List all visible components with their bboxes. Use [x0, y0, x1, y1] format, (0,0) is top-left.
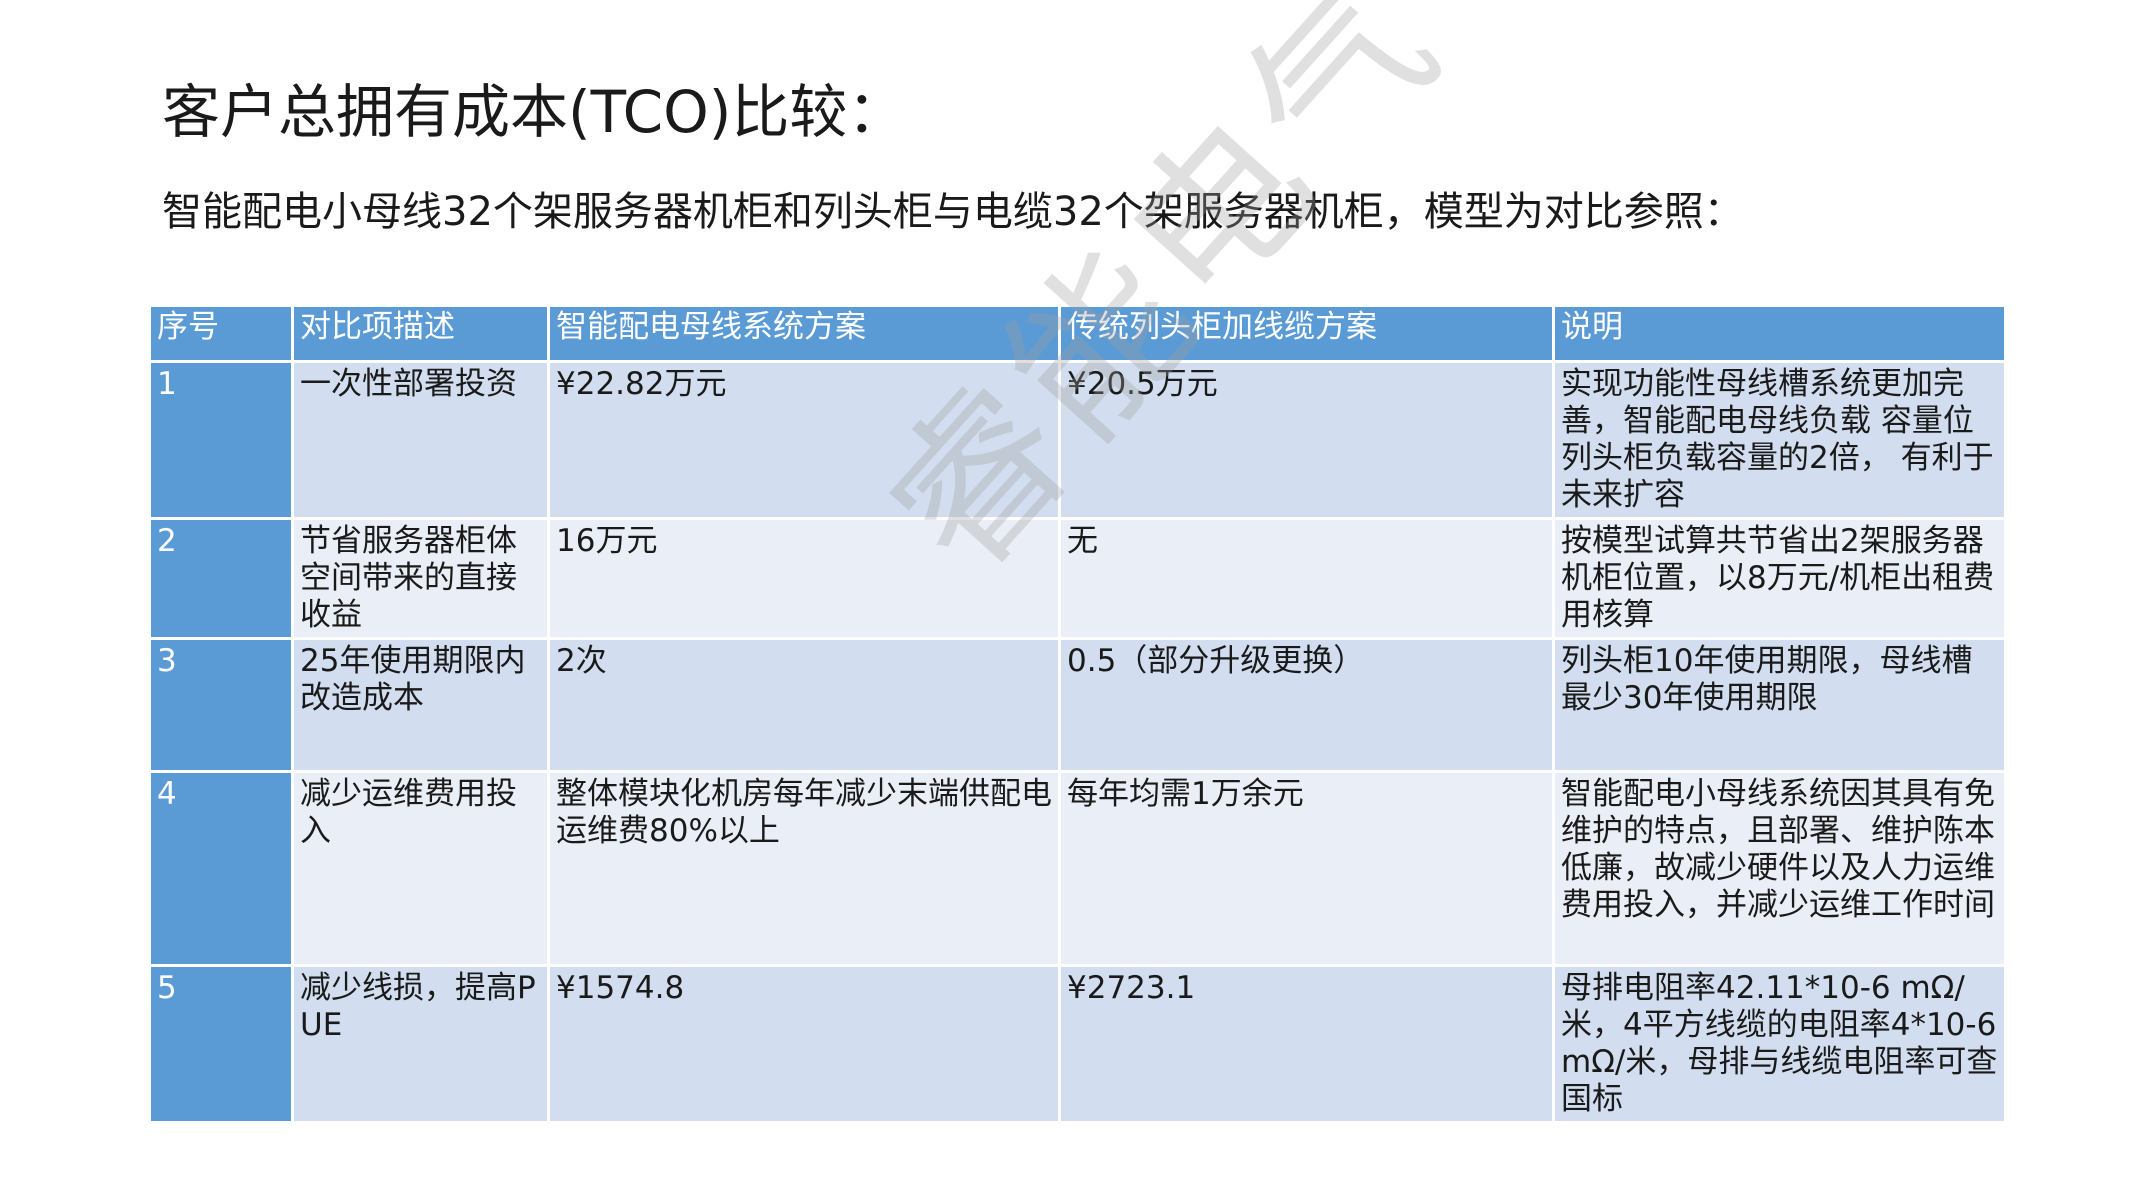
row-item: 25年使用期限内改造成本	[291, 637, 550, 773]
row-traditional: 无	[1058, 517, 1555, 640]
header-note: 说明	[1552, 304, 2007, 363]
header-traditional: 传统列头柜加线缆方案	[1058, 304, 1555, 363]
row-busway: 2次	[547, 637, 1061, 773]
row-item: 减少线损，提高PUE	[291, 964, 550, 1124]
table-header-row: 序号 对比项描述 智能配电母线系统方案 传统列头柜加线缆方案 说明	[148, 304, 2007, 363]
header-index: 序号	[148, 304, 294, 363]
row-busway: 整体模块化机房每年减少末端供配电运维费80%以上	[547, 770, 1061, 967]
table-row: 4 减少运维费用投入 整体模块化机房每年减少末端供配电运维费80%以上 每年均需…	[148, 770, 2007, 967]
row-busway: ¥1574.8	[547, 964, 1061, 1124]
header-busway: 智能配电母线系统方案	[547, 304, 1061, 363]
row-busway: 16万元	[547, 517, 1061, 640]
row-note: 母排电阻率42.11*10-6 mΩ/米，4平方线缆的电阻率4*10-6 mΩ/…	[1552, 964, 2007, 1124]
row-index: 1	[148, 360, 294, 520]
table-row: 2 节省服务器柜体空间带来的直接收益 16万元 无 按模型试算共节省出2架服务器…	[148, 517, 2007, 640]
row-traditional: 每年均需1万余元	[1058, 770, 1555, 967]
row-index: 2	[148, 517, 294, 640]
row-note: 列头柜10年使用期限，母线槽最少30年使用期限	[1552, 637, 2007, 773]
row-note: 按模型试算共节省出2架服务器机柜位置，以8万元/机柜出租费用核算	[1552, 517, 2007, 640]
row-item: 减少运维费用投入	[291, 770, 550, 967]
page-subtitle: 智能配电小母线32个架服务器机柜和列头柜与电缆32个架服务器机柜，模型为对比参照…	[162, 189, 1744, 235]
row-item: 节省服务器柜体空间带来的直接收益	[291, 517, 550, 640]
row-index: 3	[148, 637, 294, 773]
row-note: 智能配电小母线系统因其具有免维护的特点，且部署、维护陈本低廉，故减少硬件以及人力…	[1552, 770, 2007, 967]
table-row: 1 一次性部署投资 ¥22.82万元 ¥20.5万元 实现功能性母线槽系统更加完…	[148, 360, 2007, 520]
header-item: 对比项描述	[291, 304, 550, 363]
table-row: 3 25年使用期限内改造成本 2次 0.5（部分升级更换） 列头柜10年使用期限…	[148, 637, 2007, 773]
row-traditional: ¥20.5万元	[1058, 360, 1555, 520]
row-item: 一次性部署投资	[291, 360, 550, 520]
page-title: 客户总拥有成本(TCO)比较：	[162, 78, 906, 146]
row-busway: ¥22.82万元	[547, 360, 1061, 520]
row-traditional: ¥2723.1	[1058, 964, 1555, 1124]
table-row: 5 减少线损，提高PUE ¥1574.8 ¥2723.1 母排电阻率42.11*…	[148, 964, 2007, 1124]
tco-comparison-table: 序号 对比项描述 智能配电母线系统方案 传统列头柜加线缆方案 说明 1 一次性部…	[148, 304, 2007, 1124]
row-index: 5	[148, 964, 294, 1124]
row-note: 实现功能性母线槽系统更加完善，智能配电母线负载 容量位列头柜负载容量的2倍， 有…	[1552, 360, 2007, 520]
row-index: 4	[148, 770, 294, 967]
row-traditional: 0.5（部分升级更换）	[1058, 637, 1555, 773]
